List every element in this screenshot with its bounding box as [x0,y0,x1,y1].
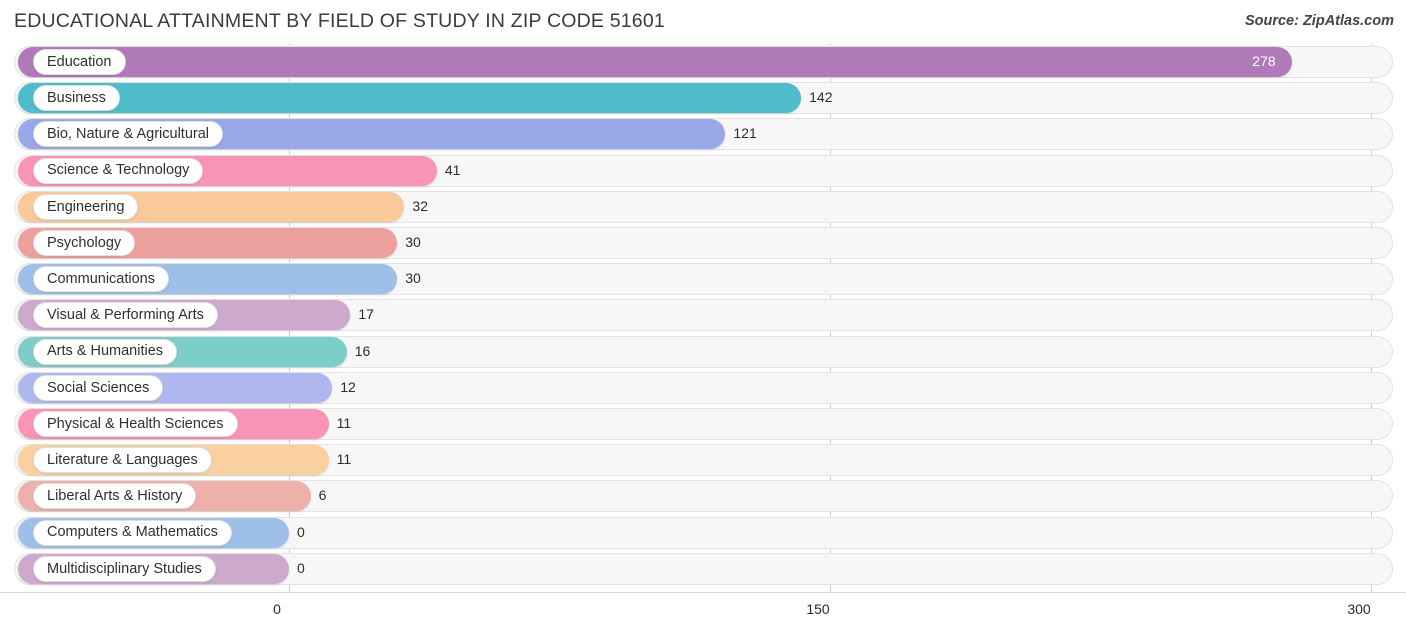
category-label: Business [47,89,106,106]
bar-rows: Education 278 Business 142 Bio, Nature & Agr… [0,44,1406,592]
category-label-pill: Engineering [33,193,138,220]
chart-row[interactable]: Arts & Humanities 16 [0,334,1406,370]
chart-row[interactable]: Social Sciences 12 [0,370,1406,406]
bar-value-label: 11 [336,451,352,468]
bar-value-label: 16 [354,342,371,359]
bar-value-label: 121 [733,125,757,142]
bar-value-label: 30 [405,234,421,250]
value-bar[interactable] [18,83,802,114]
bar-value-label: 0 [297,559,305,576]
x-axis-tick-label: 150 [806,601,830,617]
chart-header: EDUCATIONAL ATTAINMENT BY FIELD OF STUDY… [0,0,1406,44]
value-bar[interactable] [18,47,1292,77]
chart-row[interactable]: Liberal Arts & History 6 [0,478,1406,514]
category-label-pill: Multidisciplinary Studies [33,555,216,582]
chart-row[interactable]: Communications 30 [0,261,1406,297]
chart-plot-area: Education 278 Business 142 Bio, Nature & Agr… [0,44,1406,592]
category-label: Education [47,53,112,70]
chart-row[interactable]: Physical & Health Sciences 11 [0,406,1406,442]
x-axis-tick-label: 0 [273,601,281,617]
category-label-pill: Communications [33,266,169,293]
category-label: Multidisciplinary Studies [47,560,202,577]
chart-row[interactable]: Multidisciplinary Studies 0 [0,551,1406,587]
category-label-pill: Liberal Arts & History [33,483,196,510]
chart-row[interactable]: Business 142 [0,80,1406,116]
bar-value-label: 6 [318,487,327,504]
category-label: Computers & Mathematics [47,524,218,541]
category-label-pill: Visual & Performing Arts [33,302,218,329]
category-label: Science & Technology [47,162,190,179]
chart-row[interactable]: Engineering 32 [0,189,1406,225]
bar-value-label: 32 [412,197,428,214]
bar-value-label: 17 [358,306,374,323]
category-label-pill: Computers & Mathematics [33,519,232,546]
bar-value-label: 30 [405,270,421,287]
category-label: Liberal Arts & History [47,488,183,505]
chart-row[interactable]: Science & Technology 41 [0,153,1406,189]
x-axis: 0 150 300 [0,592,1406,632]
category-label: Psychology [47,234,122,251]
x-axis-tick-label: 300 [1347,601,1371,617]
category-label-pill: Arts & Humanities [33,338,177,365]
category-label-pill: Psychology [33,230,135,256]
category-label: Physical & Health Sciences [47,415,224,432]
source-attribution: Source: ZipAtlas.com [1244,13,1394,29]
category-label-pill: Physical & Health Sciences [33,411,238,437]
category-label-pill: Literature & Languages [33,447,212,474]
bar-value-label: 41 [444,161,461,178]
category-label: Bio, Nature & Agricultural [47,126,209,143]
chart-row[interactable]: Psychology 30 [0,225,1406,261]
chart-row[interactable]: Visual & Performing Arts 17 [0,297,1406,333]
category-label: Literature & Languages [47,451,198,468]
category-label-pill: Science & Technology [33,157,203,184]
bar-value-label: 11 [336,415,352,431]
chart-row[interactable]: Literature & Languages 11 [0,442,1406,478]
category-label: Social Sciences [47,379,150,396]
page-title: EDUCATIONAL ATTAINMENT BY FIELD OF STUDY… [14,10,665,32]
chart-row[interactable]: Computers & Mathematics 0 [0,515,1406,551]
category-label: Visual & Performing Arts [47,307,204,324]
category-label: Arts & Humanities [47,343,164,360]
bar-value-label: 12 [340,378,356,395]
category-label-pill: Business [33,85,120,112]
bar-value-label: 0 [297,523,305,540]
category-label-pill: Social Sciences [33,374,163,401]
bar-value-label: 278 [1252,53,1276,69]
chart-row[interactable]: Education 278 [0,44,1406,80]
category-label-pill: Bio, Nature & Agricultural [33,121,223,148]
chart-row[interactable]: Bio, Nature & Agricultural 121 [0,116,1406,152]
bar-value-label: 142 [809,89,833,106]
category-label: Engineering [47,198,125,215]
category-label-pill: Education [33,49,126,75]
category-label: Communications [47,270,155,287]
chart-page: EDUCATIONAL ATTAINMENT BY FIELD OF STUDY… [0,0,1406,631]
